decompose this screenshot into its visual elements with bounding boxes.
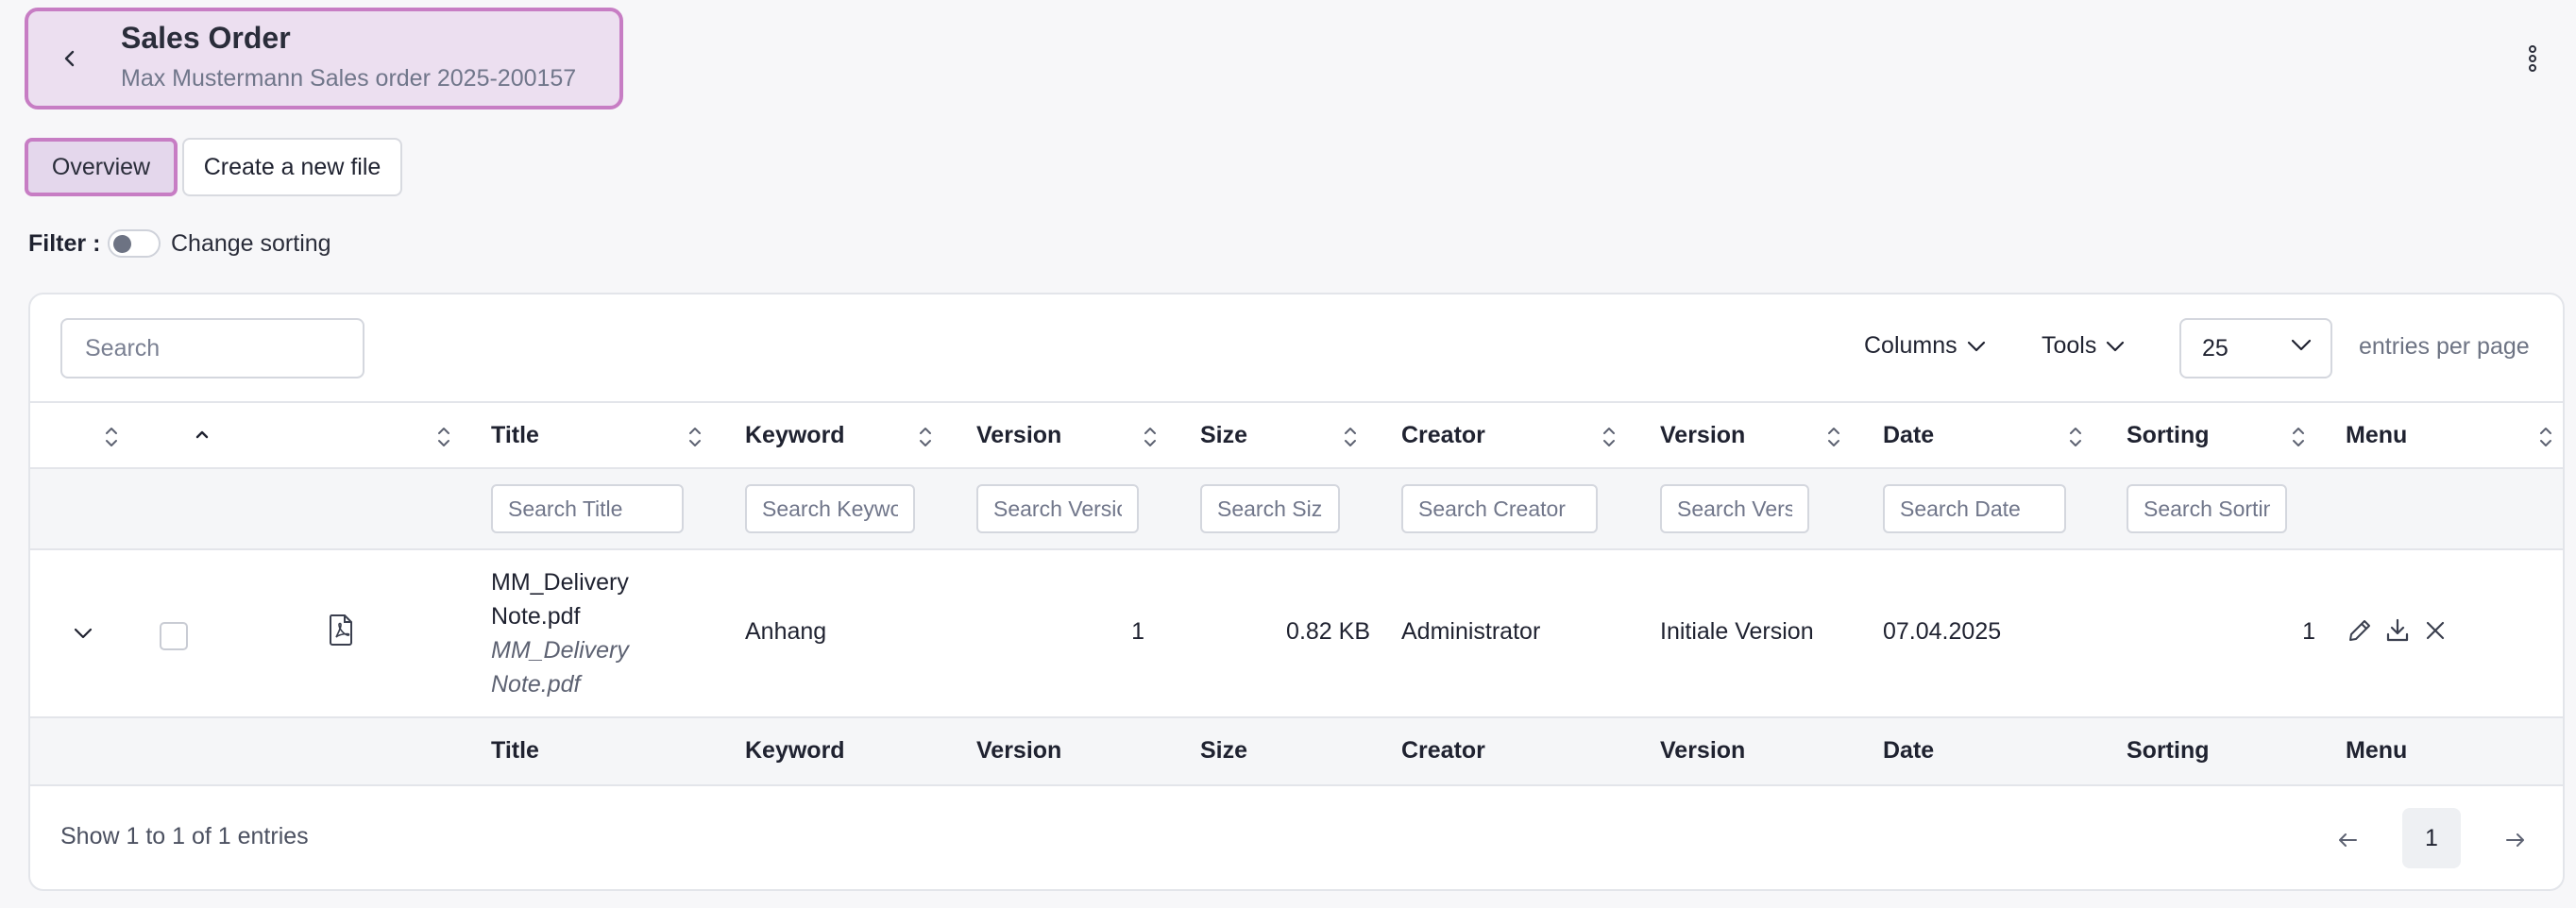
page-header: Sales Order Max Mustermann Sales order 2…: [25, 8, 623, 109]
column-header-keyword[interactable]: Keyword: [745, 422, 845, 449]
search-date-input[interactable]: [1883, 484, 2066, 533]
footer-date: Date: [1883, 737, 1935, 764]
pencil-icon: [2349, 620, 2370, 641]
page-title: Sales Order: [121, 21, 291, 55]
footer-creator: Creator: [1401, 737, 1485, 764]
file-name-line: Note.pdf: [491, 671, 581, 698]
download-button[interactable]: [2381, 614, 2414, 647]
sort-icon[interactable]: [2536, 424, 2555, 450]
tools-label: Tools: [2042, 332, 2097, 359]
search-size-input[interactable]: [1200, 484, 1340, 533]
chevron-down-icon: [74, 628, 93, 639]
footer-menu: Menu: [2346, 737, 2408, 764]
expand-row-button[interactable]: [64, 614, 102, 652]
sorting-cell: 1: [2302, 618, 2315, 645]
change-sorting-label: Change sorting: [171, 230, 331, 257]
sort-icon[interactable]: [686, 424, 704, 450]
version-cell: 1: [1131, 618, 1144, 645]
toggle-knob: [113, 235, 131, 253]
kebab-menu-icon: [2529, 45, 2536, 72]
column-header-creator[interactable]: Creator: [1401, 422, 1485, 449]
column-header-title[interactable]: Title: [491, 422, 539, 449]
sort-icon[interactable]: [2289, 424, 2308, 450]
filter-label: Filter :: [28, 230, 101, 257]
tools-dropdown[interactable]: Tools: [2042, 332, 2125, 360]
file-title[interactable]: MM_Delivery Note.pdf MM_Delivery Note.pd…: [491, 565, 629, 701]
table-header-row: Title Keyword Version Size Creator Versi…: [30, 401, 2563, 469]
columns-dropdown[interactable]: Columns: [1864, 332, 1986, 360]
sort-icon[interactable]: [1341, 424, 1360, 450]
entries-per-page-label: entries per page: [2359, 333, 2530, 360]
footer-version-name: Version: [1660, 737, 1746, 764]
size-cell: 0.82 KB: [1286, 618, 1370, 645]
sort-icon[interactable]: [102, 424, 121, 450]
file-name-line: MM_Delivery: [491, 637, 629, 664]
more-options-button[interactable]: [2516, 38, 2550, 79]
sort-icon[interactable]: [2066, 424, 2085, 450]
column-header-version-name[interactable]: Version: [1660, 422, 1745, 449]
column-header-date[interactable]: Date: [1883, 422, 1934, 449]
chevron-down-icon: [2291, 339, 2312, 351]
page-subtitle: Max Mustermann Sales order 2025-200157: [121, 65, 577, 92]
sort-icon[interactable]: [1600, 424, 1618, 450]
change-sorting-toggle[interactable]: [108, 229, 161, 258]
per-page-select[interactable]: 25: [2179, 318, 2332, 378]
column-header-size[interactable]: Size: [1200, 422, 1247, 449]
arrow-left-icon: [2339, 833, 2357, 847]
search-keyword-input[interactable]: [745, 484, 915, 533]
pdf-file-icon[interactable]: [325, 611, 357, 648]
keyword-cell: Anhang: [745, 618, 827, 645]
column-header-menu: Menu: [2346, 422, 2408, 448]
tab-create-new-file[interactable]: Create a new file: [182, 138, 402, 196]
footer-keyword: Keyword: [745, 737, 845, 764]
columns-label: Columns: [1864, 332, 1957, 359]
close-icon: [2426, 621, 2445, 640]
column-filter-row: [30, 469, 2563, 550]
files-table-card: Columns Tools 25 entries per page Title …: [28, 293, 2565, 891]
download-icon: [2386, 618, 2409, 642]
sort-ascending-icon[interactable]: [193, 424, 212, 450]
footer-sorting: Sorting: [2127, 737, 2210, 764]
edit-button[interactable]: [2344, 614, 2376, 647]
sort-icon[interactable]: [1141, 424, 1160, 450]
search-creator-input[interactable]: [1401, 484, 1598, 533]
table-footer-row: Title Keyword Version Size Creator Versi…: [30, 718, 2563, 786]
page-1-button[interactable]: 1: [2402, 808, 2461, 868]
footer-title: Title: [491, 737, 539, 764]
column-header-sorting[interactable]: Sorting: [2127, 422, 2210, 449]
sort-icon[interactable]: [434, 424, 453, 450]
column-header-version[interactable]: Version: [976, 422, 1061, 449]
footer-version: Version: [976, 737, 1062, 764]
sort-icon[interactable]: [1824, 424, 1843, 450]
file-title-line: MM_Delivery: [491, 569, 629, 596]
search-version-name-input[interactable]: [1660, 484, 1809, 533]
back-button[interactable]: [51, 40, 89, 77]
per-page-value: 25: [2202, 334, 2229, 362]
next-page-button[interactable]: [2497, 821, 2534, 859]
delete-button[interactable]: [2419, 614, 2451, 647]
creator-cell: Administrator: [1401, 618, 1541, 645]
search-version-input[interactable]: [976, 484, 1139, 533]
sort-icon[interactable]: [916, 424, 935, 450]
arrow-right-icon: [2506, 833, 2524, 847]
search-title-input[interactable]: [491, 484, 684, 533]
footer-size: Size: [1200, 737, 1248, 764]
version-name-cell: Initiale Version: [1660, 618, 1814, 645]
tab-overview[interactable]: Overview: [25, 138, 178, 196]
search-input[interactable]: [60, 318, 364, 378]
page: Sales Order Max Mustermann Sales order 2…: [0, 0, 2576, 908]
previous-page-button[interactable]: [2329, 821, 2366, 859]
row-checkbox[interactable]: [160, 622, 188, 650]
file-title-line: Note.pdf: [491, 603, 581, 630]
pagination-info: Show 1 to 1 of 1 entries: [60, 823, 309, 849]
chevron-left-icon: [64, 50, 75, 67]
chevron-down-icon: [1967, 341, 1985, 351]
chevron-down-icon: [2107, 341, 2125, 351]
search-sorting-input[interactable]: [2127, 484, 2287, 533]
date-cell: 07.04.2025: [1883, 618, 2002, 645]
table-row: MM_Delivery Note.pdf MM_Delivery Note.pd…: [30, 550, 2563, 718]
